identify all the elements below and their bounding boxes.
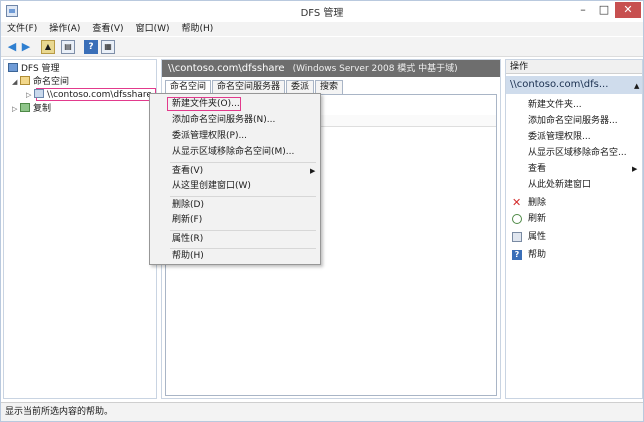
ctx-view[interactable]: 查看(V) [172,164,203,178]
ctx-help[interactable]: 帮助(H) [172,249,204,263]
share-icon [34,89,44,98]
show-tree-icon[interactable]: ▤ [61,40,75,54]
action-delegate-permissions[interactable]: 委派管理权限... [528,130,591,144]
tree-node-replication[interactable]: ▷ 复制 [12,103,51,115]
dfs-management-window: DFS 管理 – □ ✕ 文件(F) 操作(A) 查看(V) 窗口(W) 帮助(… [0,0,644,422]
maximize-button[interactable]: □ [594,2,614,18]
tree-node-namespaces[interactable]: ◢ 命名空间 [12,76,69,88]
actions-pane: 操作 \\contoso.com\dfs... ▲ 新建文件夹... 添加命名空… [505,59,643,399]
ctx-new-window[interactable]: 从这里创建窗口(W) [172,179,251,193]
tree-node-dfs-root[interactable]: DFS 管理 [8,63,60,75]
menu-separator [170,196,316,197]
tab-namespace[interactable]: 命名空间 [165,80,212,94]
tab-namespace-servers[interactable]: 命名空间服务器 [212,80,286,94]
actions-group-header[interactable]: \\contoso.com\dfs... [506,76,642,94]
submenu-arrow-icon: ▶ [632,165,638,173]
namespace-mode: (Windows Server 2008 模式 中基于域) [292,64,458,74]
expand-icon[interactable]: ◢ [12,76,20,88]
properties-icon [512,232,522,242]
menu-separator [170,162,316,163]
menu-window[interactable]: 窗口(W) [136,22,170,36]
ctx-delete[interactable]: 删除(D) [172,198,204,212]
collapse-group-icon[interactable]: ▲ [634,82,639,90]
ctx-properties[interactable]: 属性(R) [172,232,203,246]
collapse-icon[interactable]: ▷ [26,89,34,101]
details-header: \\contoso.com\dfsshare (Windows Server 20… [162,60,500,77]
status-bar: 显示当前所选内容的帮助。 [1,402,643,421]
title-bar: DFS 管理 – □ ✕ [1,1,643,21]
action-add-namespace-server[interactable]: 添加命名空间服务器... [528,114,618,128]
ctx-refresh[interactable]: 刷新(F) [172,213,202,227]
help-icon[interactable]: ? [84,40,98,54]
action-properties[interactable]: 属性 [528,230,546,244]
action-new-window[interactable]: 从此处新建窗口 [528,178,591,192]
help-icon: ? [512,250,522,260]
action-new-folder[interactable]: 新建文件夹... [528,98,582,112]
back-arrow-icon[interactable]: ◀ [5,40,19,54]
menu-file[interactable]: 文件(F) [7,22,37,36]
minimize-button[interactable]: – [573,2,593,18]
details-tabs: 命名空间 命名空间服务器 委派 搜索 [165,80,344,94]
action-delete[interactable]: 删除 [528,196,546,210]
menu-action[interactable]: 操作(A) [49,22,80,36]
action-view[interactable]: 查看 [528,162,546,176]
action-refresh[interactable]: 刷新 [528,212,546,226]
ctx-remove-from-display[interactable]: 从显示区域移除命名空间(M)... [172,145,294,159]
delete-icon: ✕ [512,196,522,209]
namespace-icon [20,76,30,85]
tab-delegation[interactable]: 委派 [286,80,315,94]
window-title: DFS 管理 [300,8,344,19]
menu-bar: 文件(F) 操作(A) 查看(V) 窗口(W) 帮助(H) [1,22,643,36]
ctx-new-folder[interactable]: 新建文件夹(O)... [172,97,240,111]
action-help[interactable]: 帮助 [528,248,546,262]
menu-separator [170,230,316,231]
actions-title: 操作 [506,60,642,74]
namespace-path: \\contoso.com\dfsshare [168,63,285,74]
close-button[interactable]: ✕ [615,2,641,18]
context-menu: 新建文件夹(O)... 添加命名空间服务器(N)... 委派管理权限(P)...… [149,93,321,265]
tree-node-dfsshare[interactable]: ▷ \\contoso.com\dfsshare [26,89,152,101]
up-folder-icon[interactable]: ▲ [41,40,55,54]
toolbar: ◀ ▶ ▲ ▤ ? ▦ [1,37,643,57]
replication-icon [20,103,30,112]
dfs-icon [8,63,18,72]
ctx-add-namespace-server[interactable]: 添加命名空间服务器(N)... [172,113,275,127]
menu-view[interactable]: 查看(V) [92,22,123,36]
grid-icon[interactable]: ▦ [101,40,115,54]
navigation-tree: DFS 管理 ◢ 命名空间 ▷ \\contoso.com\dfsshare ▷ 复制 [3,59,157,399]
menu-help[interactable]: 帮助(H) [182,22,214,36]
forward-arrow-icon[interactable]: ▶ [19,40,33,54]
submenu-arrow-icon: ▶ [310,167,316,175]
tab-search[interactable]: 搜索 [315,80,344,94]
refresh-icon [512,214,522,224]
action-remove-from-display[interactable]: 从显示区域移除命名空... [528,146,627,160]
collapse-icon[interactable]: ▷ [12,103,20,115]
ctx-delegate-permissions[interactable]: 委派管理权限(P)... [172,129,247,143]
